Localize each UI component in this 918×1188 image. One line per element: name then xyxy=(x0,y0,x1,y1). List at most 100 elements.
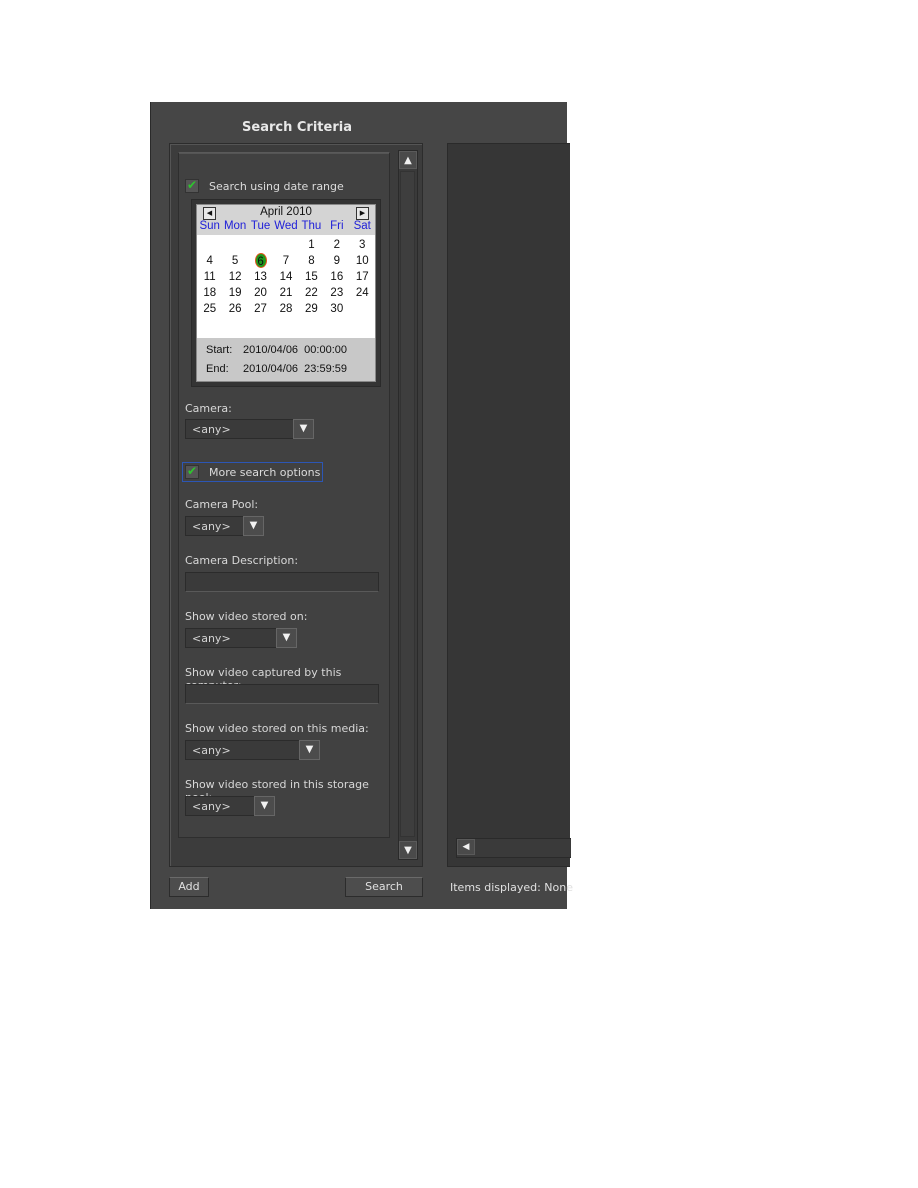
weekday-header: Sun Mon Tue Wed Thu Fri Sat xyxy=(197,220,375,232)
calendar-day[interactable]: 27 xyxy=(248,301,273,317)
calendar-day[interactable]: 8 xyxy=(299,253,324,269)
end-label: End: xyxy=(206,363,229,375)
media-label: Show video stored on this media: xyxy=(185,722,369,735)
media-value: <any> xyxy=(192,744,231,757)
calendar-day[interactable]: 21 xyxy=(273,285,298,301)
calendar-day[interactable]: 15 xyxy=(299,269,324,285)
stored-on-label: Show video stored on: xyxy=(185,610,308,623)
vertical-scrollbar[interactable]: ▲ ▼ xyxy=(398,150,418,860)
scroll-down-button[interactable]: ▼ xyxy=(399,841,417,859)
calendar-day[interactable]: 16 xyxy=(324,269,349,285)
calendar-empty-cell xyxy=(248,237,273,253)
storage-pool-select[interactable]: <any> ▼ xyxy=(185,796,275,816)
calendar-day[interactable]: 12 xyxy=(222,269,247,285)
start-value: 2010/04/06 00:00:00 xyxy=(243,344,347,356)
stored-on-select[interactable]: <any> ▼ xyxy=(185,628,297,648)
horizontal-scrollbar[interactable]: ◀ xyxy=(456,838,571,858)
calendar-day[interactable]: 25 xyxy=(197,301,222,317)
chevron-down-icon[interactable]: ▼ xyxy=(243,516,264,536)
calendar-day[interactable]: 13 xyxy=(248,269,273,285)
camera-pool-label: Camera Pool: xyxy=(185,498,259,511)
add-button[interactable]: Add xyxy=(169,877,209,897)
calendar-frame: ◀ April 2010 ▶ Sun Mon Tue Wed Thu Fri S… xyxy=(191,199,381,387)
stored-on-value: <any> xyxy=(192,632,231,645)
check-icon: ✔ xyxy=(185,464,199,479)
items-displayed-status: Items displayed: None xyxy=(450,881,573,894)
scroll-left-button[interactable]: ◀ xyxy=(457,839,475,855)
date-range-summary: Start: 2010/04/06 00:00:00 End: 2010/04/… xyxy=(197,338,375,381)
selected-day-marker[interactable]: 6 xyxy=(254,253,267,268)
calendar-week: 4 5 6 7 8 9 10 xyxy=(197,253,375,269)
check-icon: ✔ xyxy=(185,178,199,193)
calendar-day[interactable]: 22 xyxy=(299,285,324,301)
media-select[interactable]: <any> ▼ xyxy=(185,740,320,760)
weekday-label: Sat xyxy=(353,220,371,232)
more-options-label: More search options xyxy=(209,465,321,479)
start-label: Start: xyxy=(206,344,233,356)
scroll-track[interactable] xyxy=(400,171,415,837)
calendar-day[interactable]: 28 xyxy=(273,301,298,317)
calendar-day[interactable]: 20 xyxy=(248,285,273,301)
storage-pool-value: <any> xyxy=(192,800,231,813)
camera-select[interactable]: <any> ▼ xyxy=(185,419,314,439)
chevron-down-icon[interactable]: ▼ xyxy=(293,419,314,439)
calendar-day[interactable]: 10 xyxy=(350,253,375,269)
calendar-day[interactable]: 29 xyxy=(299,301,324,317)
calendar-day[interactable]: 11 xyxy=(197,269,222,285)
camera-description-input[interactable] xyxy=(185,572,379,592)
weekday-label: Mon xyxy=(223,220,247,232)
weekday-label: Sun xyxy=(199,220,220,232)
calendar-day[interactable]: 2 xyxy=(324,237,349,253)
calendar-day[interactable]: 24 xyxy=(350,285,375,301)
search-button[interactable]: Search xyxy=(345,877,423,897)
criteria-form: ✔ Search using date range ◀ April 2010 ▶… xyxy=(178,152,390,838)
calendar-week: 18 19 20 21 22 23 24 xyxy=(197,285,375,301)
weekday-label: Tue xyxy=(250,220,271,232)
calendar-empty-cell xyxy=(197,237,222,253)
calendar-day[interactable]: 5 xyxy=(222,253,247,269)
results-panel: ◀ xyxy=(447,143,571,867)
camera-pool-value: <any> xyxy=(192,520,231,533)
search-window: Search Criteria ✔ Search using date rang… xyxy=(150,102,573,909)
calendar-day[interactable]: 9 xyxy=(324,253,349,269)
weekday-label: Fri xyxy=(330,220,344,232)
weekday-label: Thu xyxy=(301,220,322,232)
calendar-day[interactable]: 18 xyxy=(197,285,222,301)
calendar-header: ◀ April 2010 ▶ Sun Mon Tue Wed Thu Fri S… xyxy=(197,205,375,235)
calendar-day[interactable]: 4 xyxy=(197,253,222,269)
camera-label: Camera: xyxy=(185,402,232,415)
panel-title: Search Criteria xyxy=(242,120,352,135)
calendar-week: 123 xyxy=(197,237,375,253)
weekday-label: Wed xyxy=(274,220,298,232)
calendar-day[interactable]: 19 xyxy=(222,285,247,301)
chevron-down-icon[interactable]: ▼ xyxy=(276,628,297,648)
scroll-up-button[interactable]: ▲ xyxy=(399,151,417,169)
calendar-day[interactable]: 14 xyxy=(273,269,298,285)
camera-description-label: Camera Description: xyxy=(185,554,299,567)
more-options-checkbox[interactable]: ✔ More search options xyxy=(181,462,324,482)
calendar-week: 25 26 27 28 29 30 xyxy=(197,301,375,317)
calendar-day[interactable]: 6 xyxy=(248,253,273,269)
camera-pool-select[interactable]: <any> ▼ xyxy=(185,516,264,536)
calendar-day[interactable]: 3 xyxy=(350,237,375,253)
calendar-day[interactable]: 17 xyxy=(350,269,375,285)
search-criteria-panel: ✔ Search using date range ◀ April 2010 ▶… xyxy=(169,143,423,867)
calendar-day[interactable]: 1 xyxy=(299,237,324,253)
next-month-button[interactable]: ▶ xyxy=(356,207,369,220)
calendar-empty-cell xyxy=(222,237,247,253)
calendar-day[interactable]: 30 xyxy=(324,301,349,317)
calendar: ◀ April 2010 ▶ Sun Mon Tue Wed Thu Fri S… xyxy=(196,204,376,382)
calendar-day[interactable]: 7 xyxy=(273,253,298,269)
calendar-empty-cell xyxy=(273,237,298,253)
chevron-down-icon[interactable]: ▼ xyxy=(254,796,275,816)
calendar-week: 11 12 13 14 15 16 17 xyxy=(197,269,375,285)
calendar-empty-cell xyxy=(350,301,375,317)
camera-value: <any> xyxy=(192,423,231,436)
end-value: 2010/04/06 23:59:59 xyxy=(243,363,347,375)
calendar-days: 1 2 3 4 5 6 7 8 9 10 11 12 13 14 15 16 17 18 19 20 21 22 23 24 2… xyxy=(197,237,375,317)
calendar-day[interactable]: 23 xyxy=(324,285,349,301)
calendar-day[interactable]: 26 xyxy=(222,301,247,317)
date-range-checkbox[interactable]: ✔ Search using date range xyxy=(185,179,344,193)
captured-by-input[interactable] xyxy=(185,684,379,704)
chevron-down-icon[interactable]: ▼ xyxy=(299,740,320,760)
